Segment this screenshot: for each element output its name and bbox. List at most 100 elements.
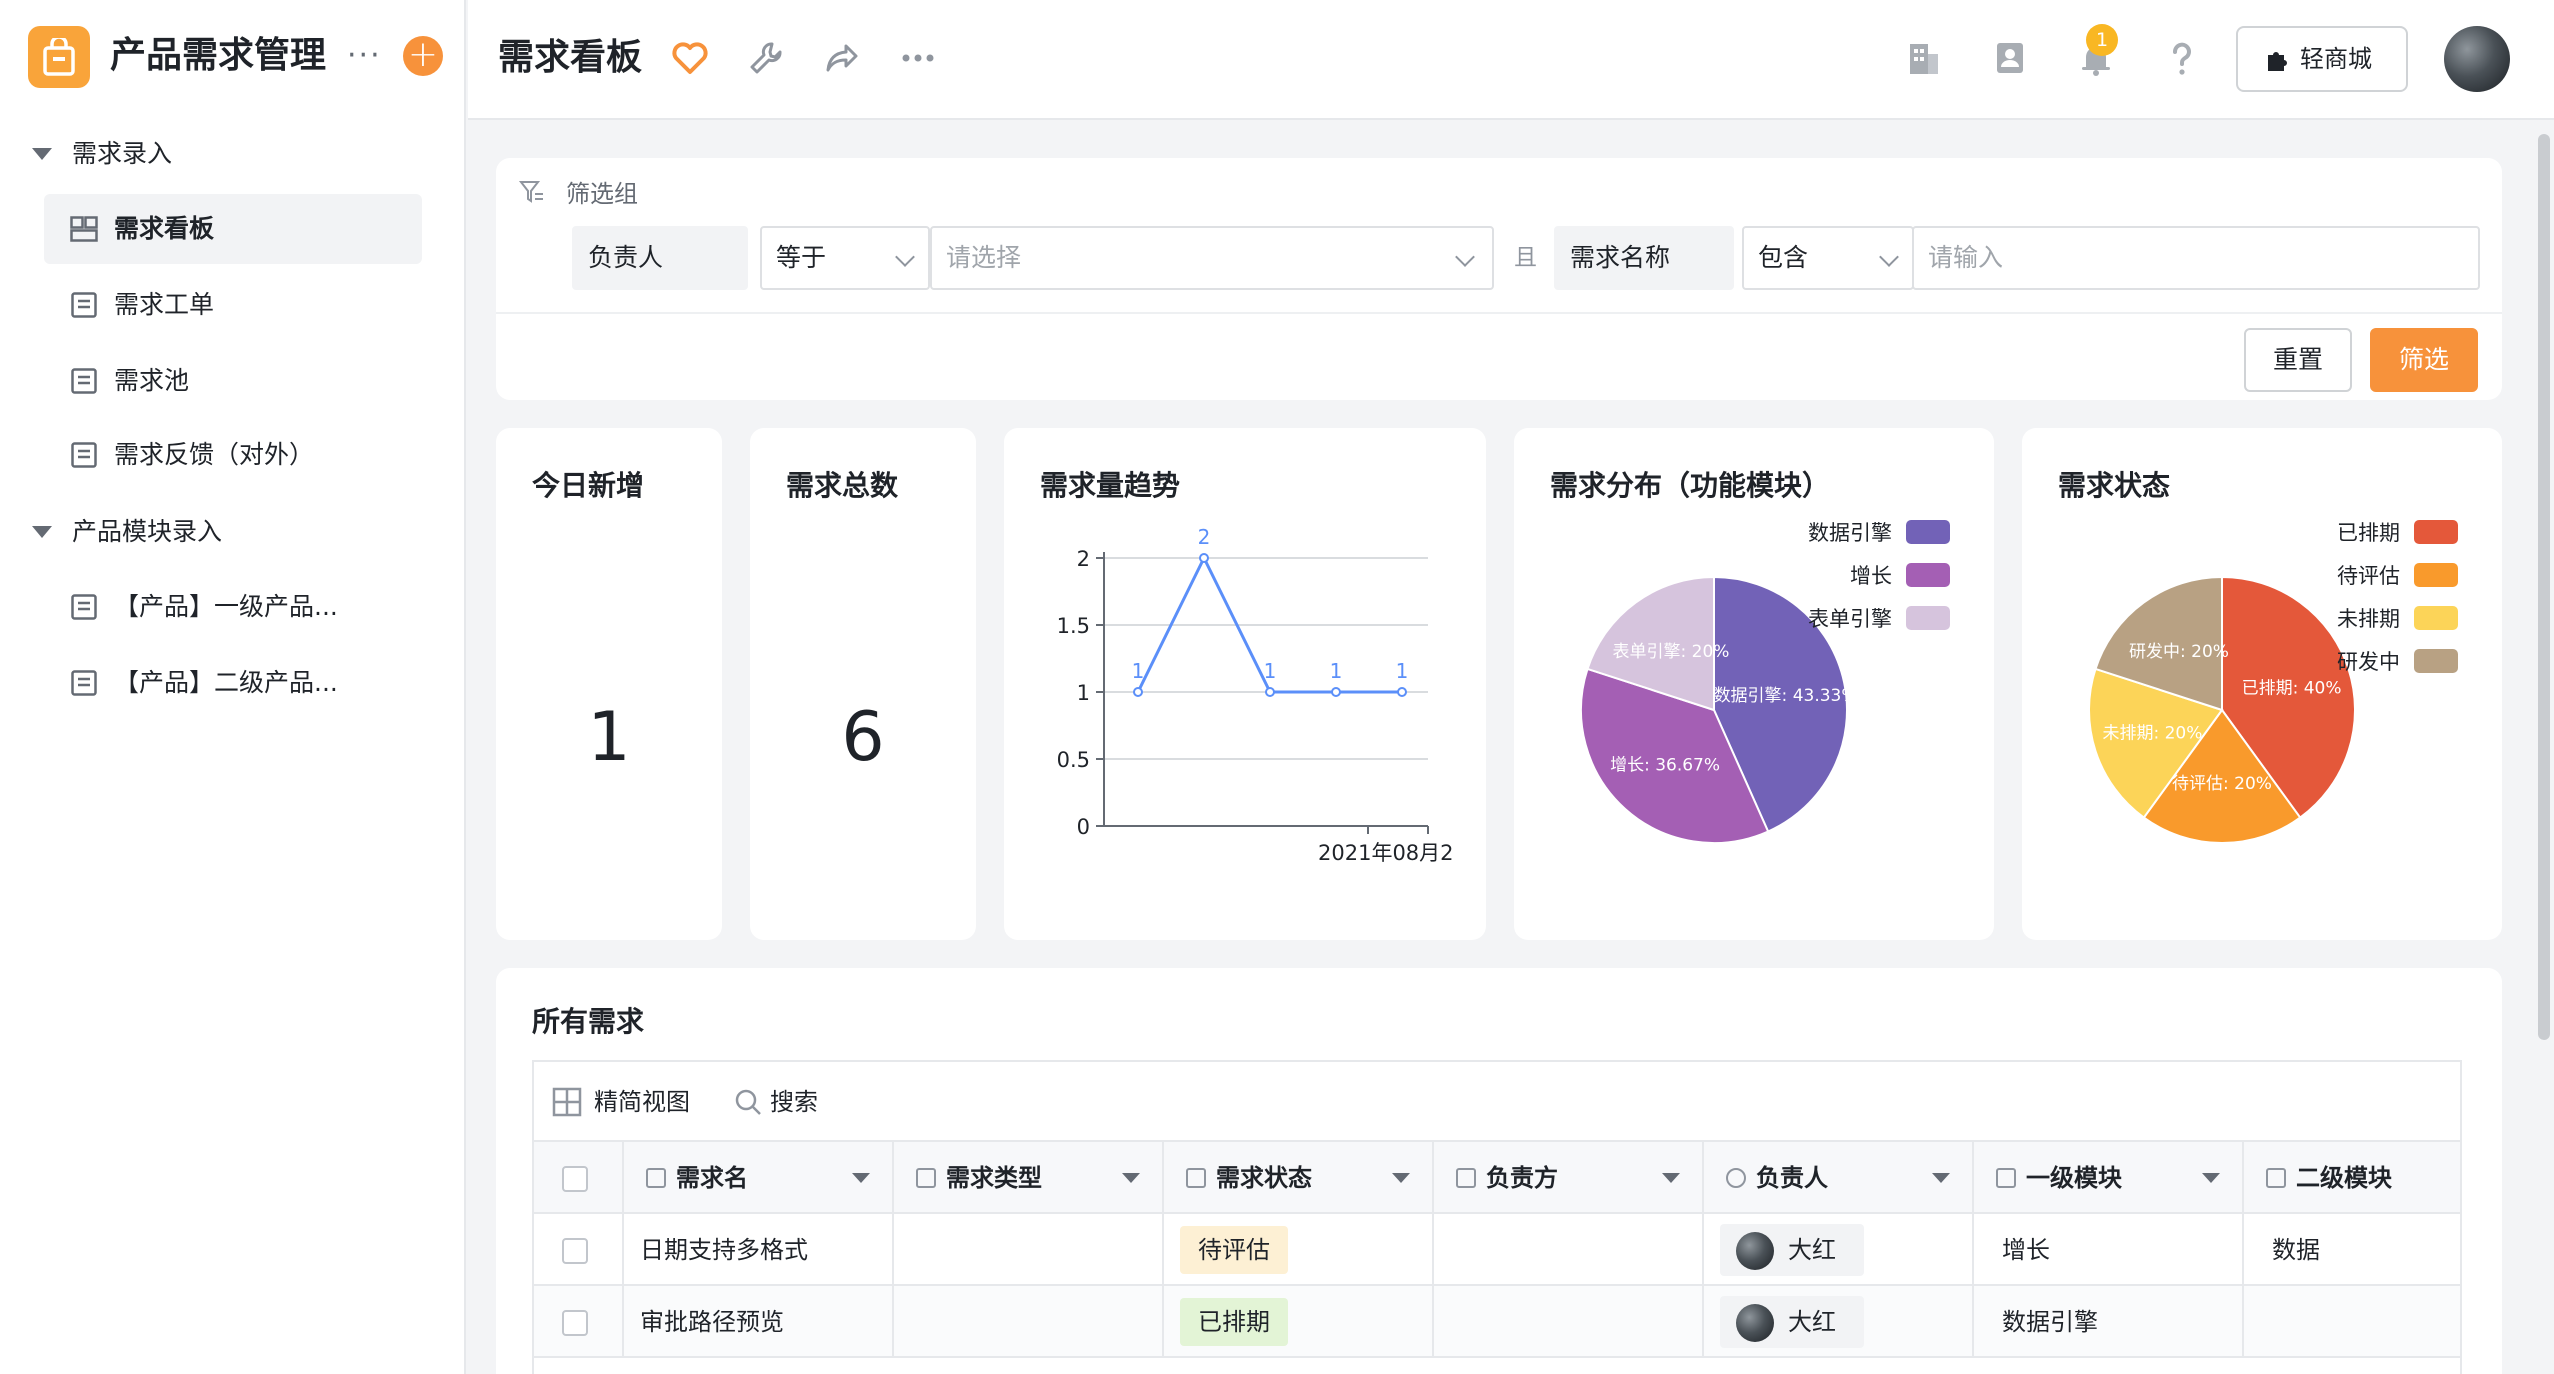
app-more-icon[interactable]: ···	[347, 30, 382, 82]
nav-group-requirements[interactable]: 需求录入	[0, 118, 466, 190]
cell-status[interactable]: 待评估	[1164, 1214, 1434, 1286]
link-field-icon	[1996, 1168, 2016, 1188]
slice-label: 已排期: 40%	[2242, 678, 2342, 698]
legend-swatch	[2414, 520, 2458, 544]
sidebar-item-product-level1[interactable]: 【产品】一级产品...	[44, 572, 422, 642]
sidebar-item-label: 需求池	[114, 366, 190, 395]
cell-name[interactable]: 审批路径预览	[624, 1286, 894, 1358]
form-icon	[71, 368, 97, 394]
table-row[interactable]: 审批路径预览 已排期 大红 数据引擎	[534, 1286, 2460, 1358]
filter-button[interactable]: 筛选	[2370, 328, 2478, 392]
column-header[interactable]: 需求名	[624, 1142, 894, 1214]
share-icon[interactable]	[822, 38, 862, 78]
requirements-table: 精简视图 搜索 需求名 需求类型 需求状态 负责方 负责人 一级模块 二级模块 …	[532, 1060, 2462, 1374]
filter-operator-equals[interactable]: 等于	[760, 226, 930, 290]
x-tick-label: 2021年08月2	[1318, 841, 1454, 865]
caret-down-icon[interactable]	[2202, 1173, 2220, 1183]
stat-value: 6	[841, 698, 885, 777]
search-label: 搜索	[770, 1088, 818, 1116]
grid-icon	[552, 1087, 582, 1117]
cell-owner[interactable]: 大红	[1704, 1286, 1974, 1358]
help-icon[interactable]	[2162, 38, 2202, 78]
sidebar-item-pool[interactable]: 需求池	[44, 346, 422, 416]
row-select-cell	[534, 1286, 624, 1358]
column-header[interactable]: 二级模块	[2244, 1142, 2460, 1214]
cell-owner-team[interactable]	[1434, 1286, 1704, 1358]
data-label: 2	[1198, 525, 1211, 549]
wrench-icon[interactable]	[746, 38, 786, 78]
operator-label: 等于	[776, 243, 827, 272]
column-header-label: 需求类型	[946, 1164, 1042, 1192]
filter-operator-contains[interactable]: 包含	[1742, 226, 1914, 290]
column-header[interactable]: 需求类型	[894, 1142, 1164, 1214]
search-icon	[735, 1089, 761, 1115]
caret-down-icon[interactable]	[1662, 1173, 1680, 1183]
table-row[interactable]: 日期支持多格式 待评估 大红 增长 数据	[534, 1214, 2460, 1286]
legend-label: 已排期	[2337, 521, 2400, 545]
filter-value-select[interactable]: 请选择	[930, 226, 1494, 290]
sidebar-item-product-level2[interactable]: 【产品】二级产品...	[44, 648, 422, 718]
legend-swatch	[1906, 520, 1950, 544]
column-header[interactable]: 负责方	[1434, 1142, 1704, 1214]
legend-label: 表单引擎	[1808, 607, 1892, 631]
column-header[interactable]: 一级模块	[1974, 1142, 2244, 1214]
form-icon	[71, 594, 97, 620]
cell-type[interactable]	[894, 1214, 1164, 1286]
cell-module2[interactable]: 数据	[2244, 1214, 2460, 1286]
cell-module2[interactable]	[2244, 1286, 2460, 1358]
sidebar-item-tickets[interactable]: 需求工单	[44, 270, 422, 340]
page-scrollbar[interactable]	[2538, 134, 2550, 1040]
filter-field-name[interactable]: 需求名称	[1554, 226, 1734, 290]
form-icon	[71, 670, 97, 696]
cell-module1[interactable]: 数据引擎	[1974, 1286, 2244, 1358]
module-pie-chart: 数据引擎: 43.33% 增长: 36.67% 表单引擎: 20% 数据引擎增长表单引…	[1580, 520, 1950, 844]
reset-button[interactable]: 重置	[2244, 328, 2352, 392]
y-tick-label: 2	[1077, 547, 1090, 571]
cell-owner-team[interactable]	[1434, 1214, 1704, 1286]
legend-swatch	[2414, 649, 2458, 673]
operator-label: 包含	[1758, 243, 1809, 272]
cell-type[interactable]	[894, 1286, 1164, 1358]
legend-label: 增长	[1850, 564, 1892, 588]
sidebar-item-dashboard[interactable]: 需求看板	[44, 194, 422, 264]
caret-down-icon[interactable]	[1122, 1173, 1140, 1183]
filter-value-input[interactable]: 请输入	[1912, 226, 2480, 290]
cell-status[interactable]: 已排期	[1164, 1286, 1434, 1358]
slice-label: 数据引擎: 43.33%	[1714, 686, 1858, 706]
shop-button-label: 轻商城	[2300, 45, 2372, 73]
legend-swatch	[2414, 563, 2458, 587]
user-avatar[interactable]	[2444, 26, 2510, 92]
contacts-icon[interactable]	[1990, 38, 2030, 78]
row-checkbox[interactable]	[562, 1238, 588, 1264]
slice-label: 表单引擎: 20%	[1613, 642, 1730, 662]
caret-down-icon[interactable]	[1392, 1173, 1410, 1183]
heart-icon[interactable]	[670, 38, 710, 78]
caret-down-icon[interactable]	[852, 1173, 870, 1183]
building-icon[interactable]	[1904, 38, 1944, 78]
sidebar-item-feedback[interactable]: 需求反馈（对外）	[44, 420, 422, 490]
chevron-down-icon	[1879, 247, 1899, 267]
row-checkbox[interactable]	[562, 1310, 588, 1336]
column-header[interactable]: 需求状态	[1164, 1142, 1434, 1214]
data-point	[1331, 687, 1341, 697]
cell-module1[interactable]: 增长	[1974, 1214, 2244, 1286]
more-icon[interactable]	[898, 38, 938, 78]
select-all-checkbox[interactable]	[562, 1166, 588, 1192]
cell-owner[interactable]: 大红	[1704, 1214, 1974, 1286]
filter-field-owner[interactable]: 负责人	[572, 226, 748, 290]
add-icon[interactable]: +	[403, 36, 443, 76]
cell-name[interactable]: 日期支持多格式	[624, 1214, 894, 1286]
divider	[496, 312, 2502, 314]
person-name: 大红	[1788, 1236, 1836, 1264]
filter-group-title: 筛选组	[566, 180, 638, 208]
app-header: 产品需求管理 ··· +	[0, 0, 466, 118]
column-header-label: 负责方	[1486, 1164, 1558, 1192]
nav-group-modules[interactable]: 产品模块录入	[0, 496, 466, 568]
caret-down-icon[interactable]	[1932, 1173, 1950, 1183]
shop-button[interactable]: 轻商城	[2236, 26, 2408, 92]
filter-joiner: 且	[1514, 245, 1537, 271]
data-point	[1133, 687, 1143, 697]
column-header[interactable]: 负责人	[1704, 1142, 1974, 1214]
data-label: 1	[1330, 659, 1343, 683]
legend-swatch	[1906, 606, 1950, 630]
